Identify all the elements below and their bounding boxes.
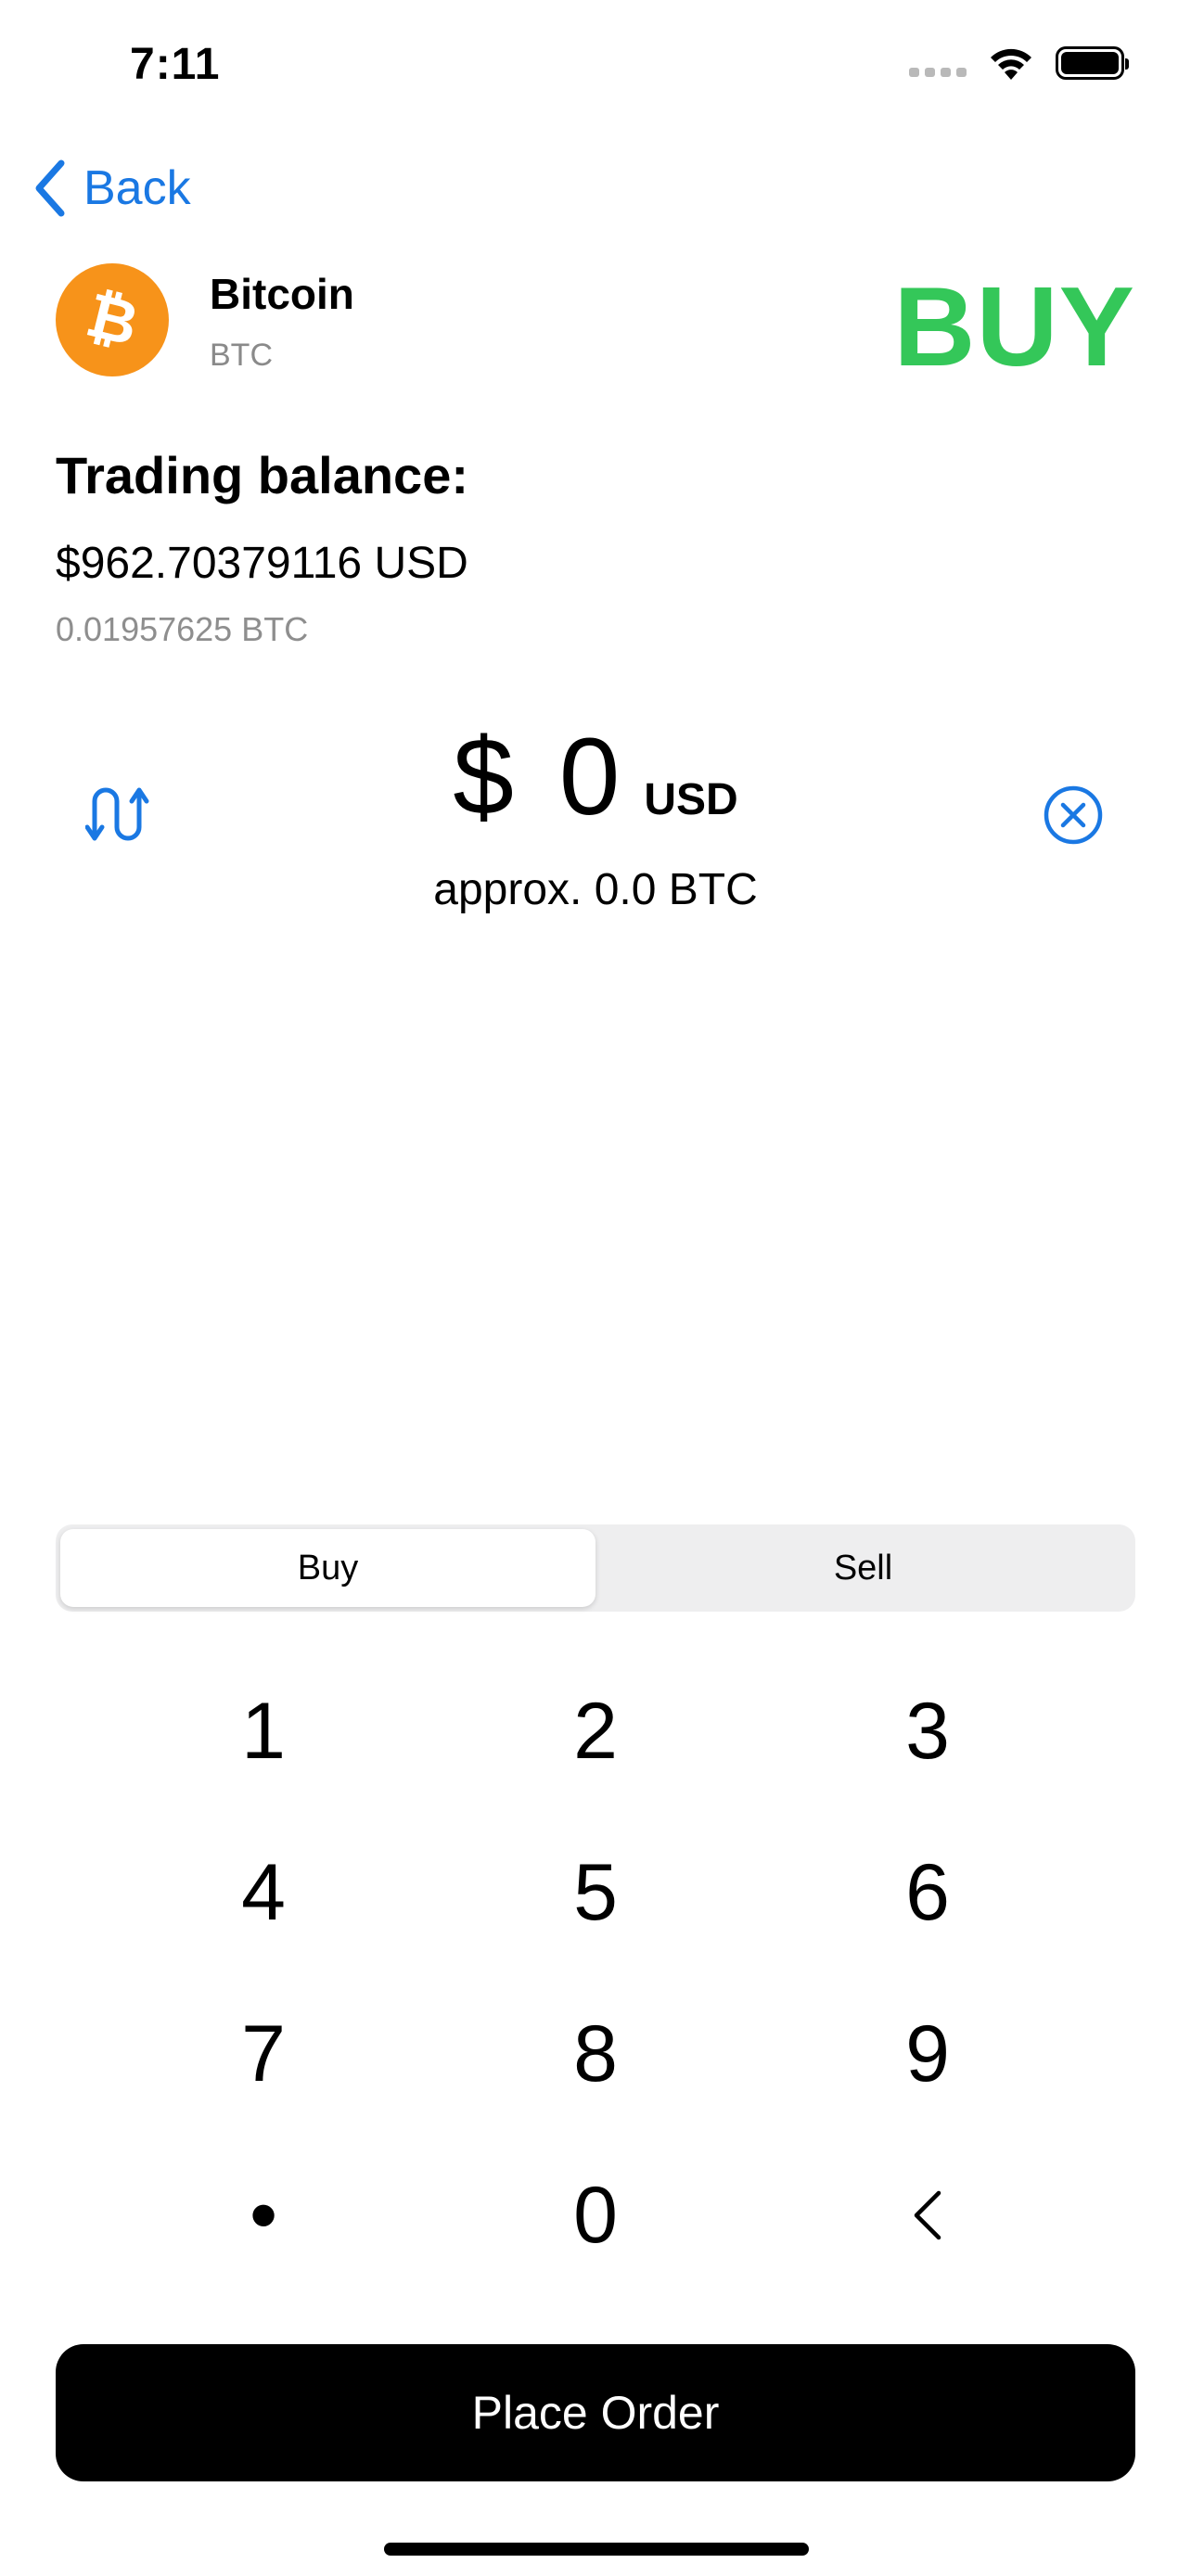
amount-currency: USD [644,775,738,824]
chevron-left-icon [35,159,65,217]
back-button[interactable]: Back [33,159,191,217]
order-type-heading: BUY [893,263,1135,389]
key-7[interactable]: 7 [97,1973,429,2135]
key-4[interactable]: 4 [97,1812,429,1973]
backspace-chevron-icon [914,2190,941,2240]
balance-title: Trading balance: [56,446,468,504]
clear-circle-icon [1044,785,1103,845]
key-decimal[interactable]: • [97,2135,429,2296]
key-3[interactable]: 3 [762,1651,1094,1812]
signal-icon [909,49,967,77]
clear-amount-button[interactable] [1043,784,1104,846]
key-backspace[interactable] [762,2135,1094,2296]
amount-approx: approx. 0.0 BTC [433,865,758,914]
amount-display: $ 0 USD [0,714,1191,840]
coin-name: Bitcoin [210,270,354,318]
key-0[interactable]: 0 [429,2135,762,2296]
segment-sell[interactable]: Sell [596,1529,1131,1607]
wifi-icon [991,48,1031,80]
key-9[interactable]: 9 [762,1973,1094,2135]
status-icons [909,45,1129,82]
numeric-keypad: 1 2 3 4 5 6 7 8 9 • 0 [0,1651,1191,2296]
key-2[interactable]: 2 [429,1651,762,1812]
home-indicator [384,2543,809,2556]
buy-sell-segmented-control: Buy Sell [56,1524,1135,1612]
status-time: 7:11 [130,40,221,89]
coin-ticker: BTC [210,338,273,373]
place-order-button[interactable]: Place Order [56,2344,1135,2481]
svg-text:₿: ₿ [80,283,145,357]
key-5[interactable]: 5 [429,1812,762,1973]
segment-buy[interactable]: Buy [60,1529,596,1607]
key-1[interactable]: 1 [97,1651,429,1812]
balance-btc: 0.01957625 BTC [56,610,309,648]
balance-usd: $962.70379116 USD [56,539,468,588]
battery-icon [1056,46,1129,80]
bitcoin-icon: ₿ [56,263,169,376]
key-8[interactable]: 8 [429,1973,762,2135]
back-label: Back [83,161,191,215]
key-6[interactable]: 6 [762,1812,1094,1973]
amount-value: $ 0 [453,716,628,838]
